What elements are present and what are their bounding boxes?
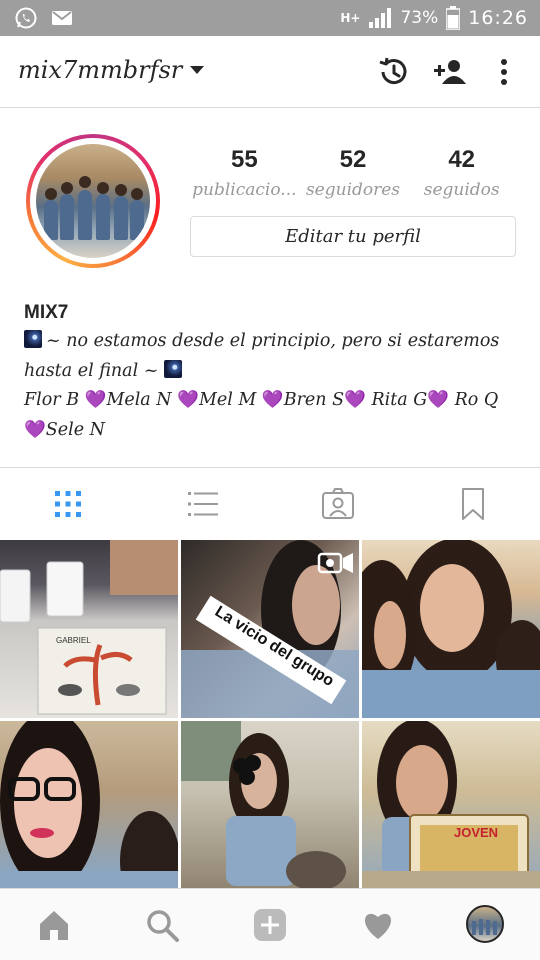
stat-followers[interactable]: 52 seguidores [299,146,408,200]
activity-heart-icon[interactable] [360,907,396,943]
profile-avatar-icon[interactable] [466,905,504,943]
search-icon[interactable] [144,907,180,943]
network-type: H+ [340,10,361,25]
new-post-icon[interactable] [252,907,288,943]
grid-view-icon[interactable] [50,486,86,522]
list-view-icon[interactable] [185,486,221,522]
status-bar: H+ 73% 16:26 [0,0,540,36]
posts-grid: GABRIEL La vicio del grupo JOVEN [0,540,540,899]
divider [0,467,540,468]
profile-name: MIX7 [24,302,69,323]
home-icon[interactable] [36,907,72,943]
profile-stats: 55 publicacio... 52 seguidores 42 seguid… [190,146,516,200]
whatsapp-icon [15,7,37,29]
purple-heart-icon: 💜 [24,420,46,440]
signal-icon [369,8,392,28]
battery-percent: 73% [400,8,439,28]
svg-text:GABRIEL: GABRIEL [56,636,91,645]
tagged-photos-icon[interactable] [320,486,356,522]
more-vertical-icon[interactable] [486,54,522,90]
profile-header: mix7mmbrfsr [0,36,540,108]
stat-posts[interactable]: 55 publicacio... [190,146,299,200]
add-person-icon[interactable] [432,54,468,90]
book-cover-label: JOVEN [454,825,499,840]
chevron-down-icon[interactable] [190,66,204,74]
clock: 16:26 [468,7,528,29]
profile-photo [36,144,150,258]
post-thumbnail[interactable] [181,721,359,899]
bio-line-3: Flor B 💜Mela N 💜Mel M 💜Bren S💜 Rita G💜 R… [24,390,499,410]
purple-heart-icon: 💜 [261,390,284,410]
bio-line-1: ~ no estamos desde el principio, pero si… [24,330,499,351]
galaxy-emoji-icon [24,330,42,348]
bio-line-2: hasta el final ~ [24,360,186,381]
post-thumbnail[interactable] [0,721,178,899]
username-switcher[interactable]: mix7mmbrfsr [18,56,182,84]
battery-icon [446,6,461,30]
gmail-icon [52,11,72,25]
purple-heart-icon: 💜 [427,390,450,410]
stat-following[interactable]: 42 seguidos [407,146,516,200]
profile-avatar[interactable] [26,134,160,268]
purple-heart-icon: 💜 [344,390,366,410]
saved-icon[interactable] [455,486,491,522]
post-thumbnail[interactable] [362,540,540,718]
edit-profile-button[interactable]: Editar tu perfil [190,216,516,257]
post-thumbnail[interactable]: JOVEN [362,721,540,899]
bottom-navigation [0,888,540,960]
bio-line-4: 💜Sele N [24,420,105,440]
purple-heart-icon: 💜 [84,390,107,410]
purple-heart-icon: 💜 [177,390,199,410]
galaxy-emoji-icon [164,360,183,378]
post-thumbnail-video[interactable]: La vicio del grupo [181,540,359,718]
post-thumbnail[interactable]: GABRIEL [0,540,178,718]
history-icon[interactable] [375,54,411,90]
